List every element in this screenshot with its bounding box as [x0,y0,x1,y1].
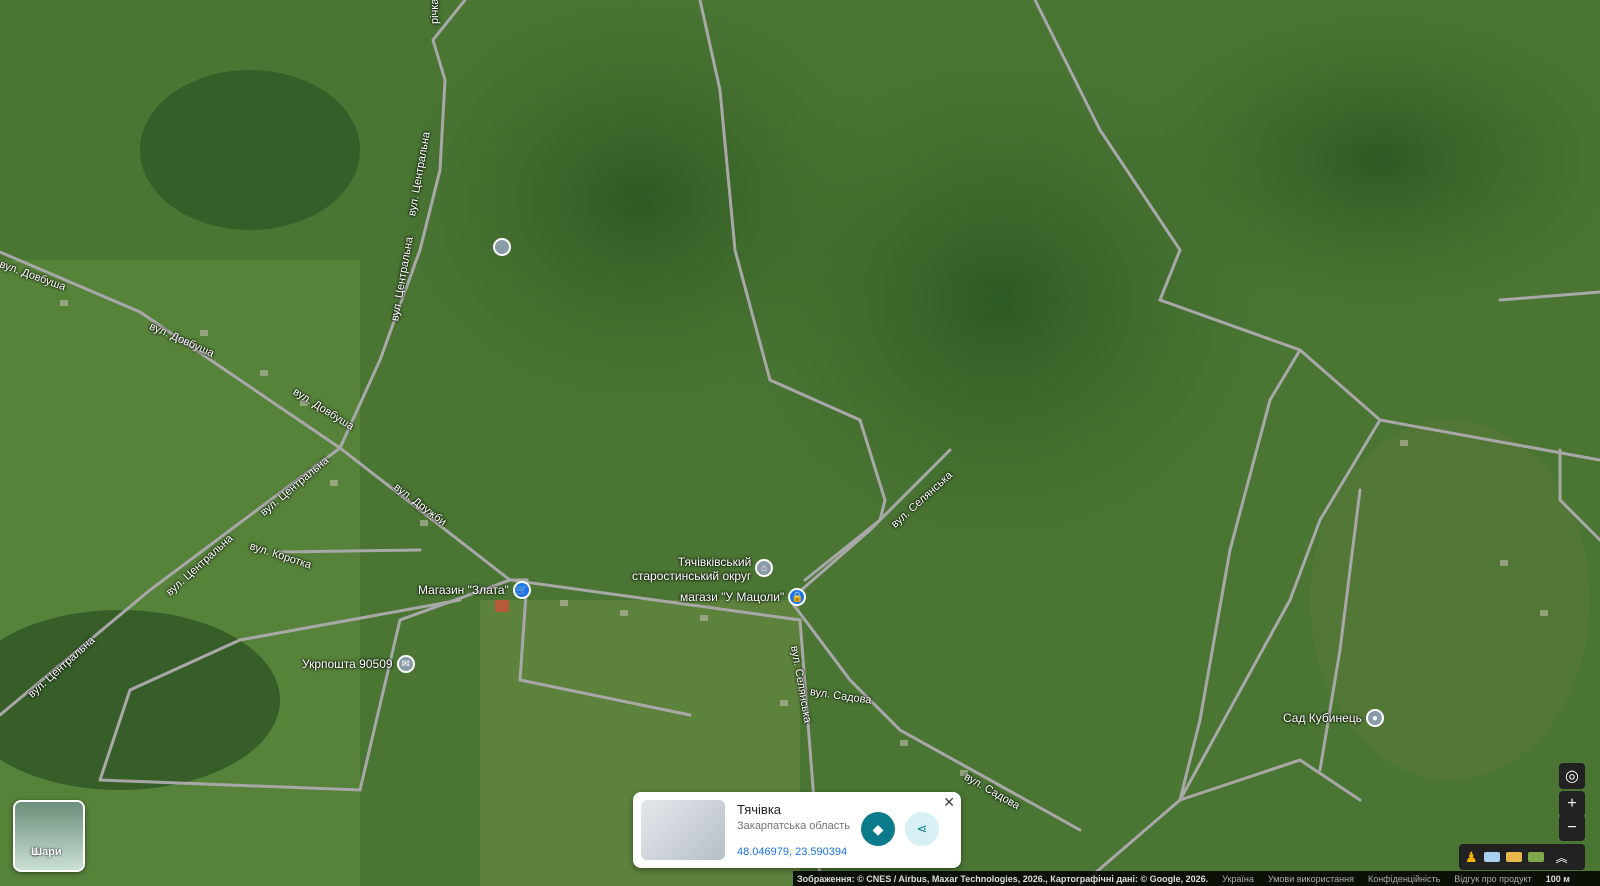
poi-starostat[interactable]: Тячівківський старостинський округ ⌂ [632,555,774,583]
my-location-button[interactable]: ◎ [1559,763,1585,789]
zoom-out-button[interactable]: − [1559,815,1585,841]
place-thumbnail[interactable] [641,800,725,860]
attribution-text: Зображення: © CNES / Airbus, Maxar Techn… [797,873,1209,884]
place-subtitle: Закарпатська область [737,820,850,832]
poi-u-matsoly-shop[interactable]: магази "У Мацоли" 🔒 [680,588,807,606]
satellite-thumbnail[interactable] [1527,852,1544,862]
shopping-bag-icon: 🔒 [788,588,807,606]
pegman-icon[interactable]: ♟ [1465,849,1478,866]
terrain-thumbnail[interactable] [1505,852,1522,862]
poi-sad-label: Сад Кубинець [1283,711,1362,725]
locate-icon: ◎ [1565,768,1579,785]
place-title: Тячівка [737,802,782,817]
mail-icon: ✉ [396,655,415,673]
attribution-bar: Зображення: © CNES / Airbus, Maxar Techn… [793,871,1600,886]
close-icon[interactable]: ✕ [943,794,955,811]
map-type-thumbnail[interactable] [1483,852,1500,862]
poi-zlata-label: Магазин "Злата" [418,583,509,597]
expand-icon[interactable]: ︽ [1556,849,1568,866]
poi-zlata-shop[interactable]: Магазин "Злата" 🛒 [418,581,531,599]
map-marker-icon[interactable] [493,238,511,256]
poi-u-matsoly-label: магази "У Мацоли" [680,590,785,604]
minus-icon: − [1567,819,1577,836]
place-coordinates[interactable]: 48.046979, 23.590394 [737,846,847,858]
country-link[interactable]: Україна [1222,874,1254,884]
feedback-link[interactable]: Відгук про продукт [1454,874,1531,884]
location-pin-icon: ● [1365,709,1384,727]
place-card[interactable]: Тячівка Закарпатська область 48.046979, … [633,792,961,868]
river-label: річка [429,0,441,24]
poi-starostat-label-line2: старостинський округ [632,569,752,583]
poi-ukrposhta[interactable]: Укрпошта 90509 ✉ [302,655,415,673]
satellite-map[interactable] [0,0,1600,886]
government-building-icon: ⌂ [755,559,774,577]
zoom-in-button[interactable]: + [1559,791,1585,817]
share-icon: ⋖ [916,821,928,836]
shopping-cart-icon: 🛒 [512,581,531,599]
poi-sad-kubynets[interactable]: Сад Кубинець ● [1283,709,1384,727]
privacy-link[interactable]: Конфіденційність [1368,874,1440,884]
terms-link[interactable]: Умови використання [1268,874,1354,884]
layers-label: Шари [31,846,62,858]
layers-button[interactable]: ◈ Шари [13,800,85,872]
plus-icon: + [1567,795,1577,812]
poi-ukrposhta-label: Укрпошта 90509 [302,657,393,671]
poi-starostat-label-line1: Тячівківський [677,555,752,569]
share-button[interactable]: ⋖ [905,812,939,846]
imagery-toolbar: ♟ ︽ [1459,844,1585,870]
scale-label[interactable]: 100 м [1546,874,1570,884]
directions-button[interactable]: ◆ [861,812,895,846]
directions-icon: ◆ [872,820,884,837]
